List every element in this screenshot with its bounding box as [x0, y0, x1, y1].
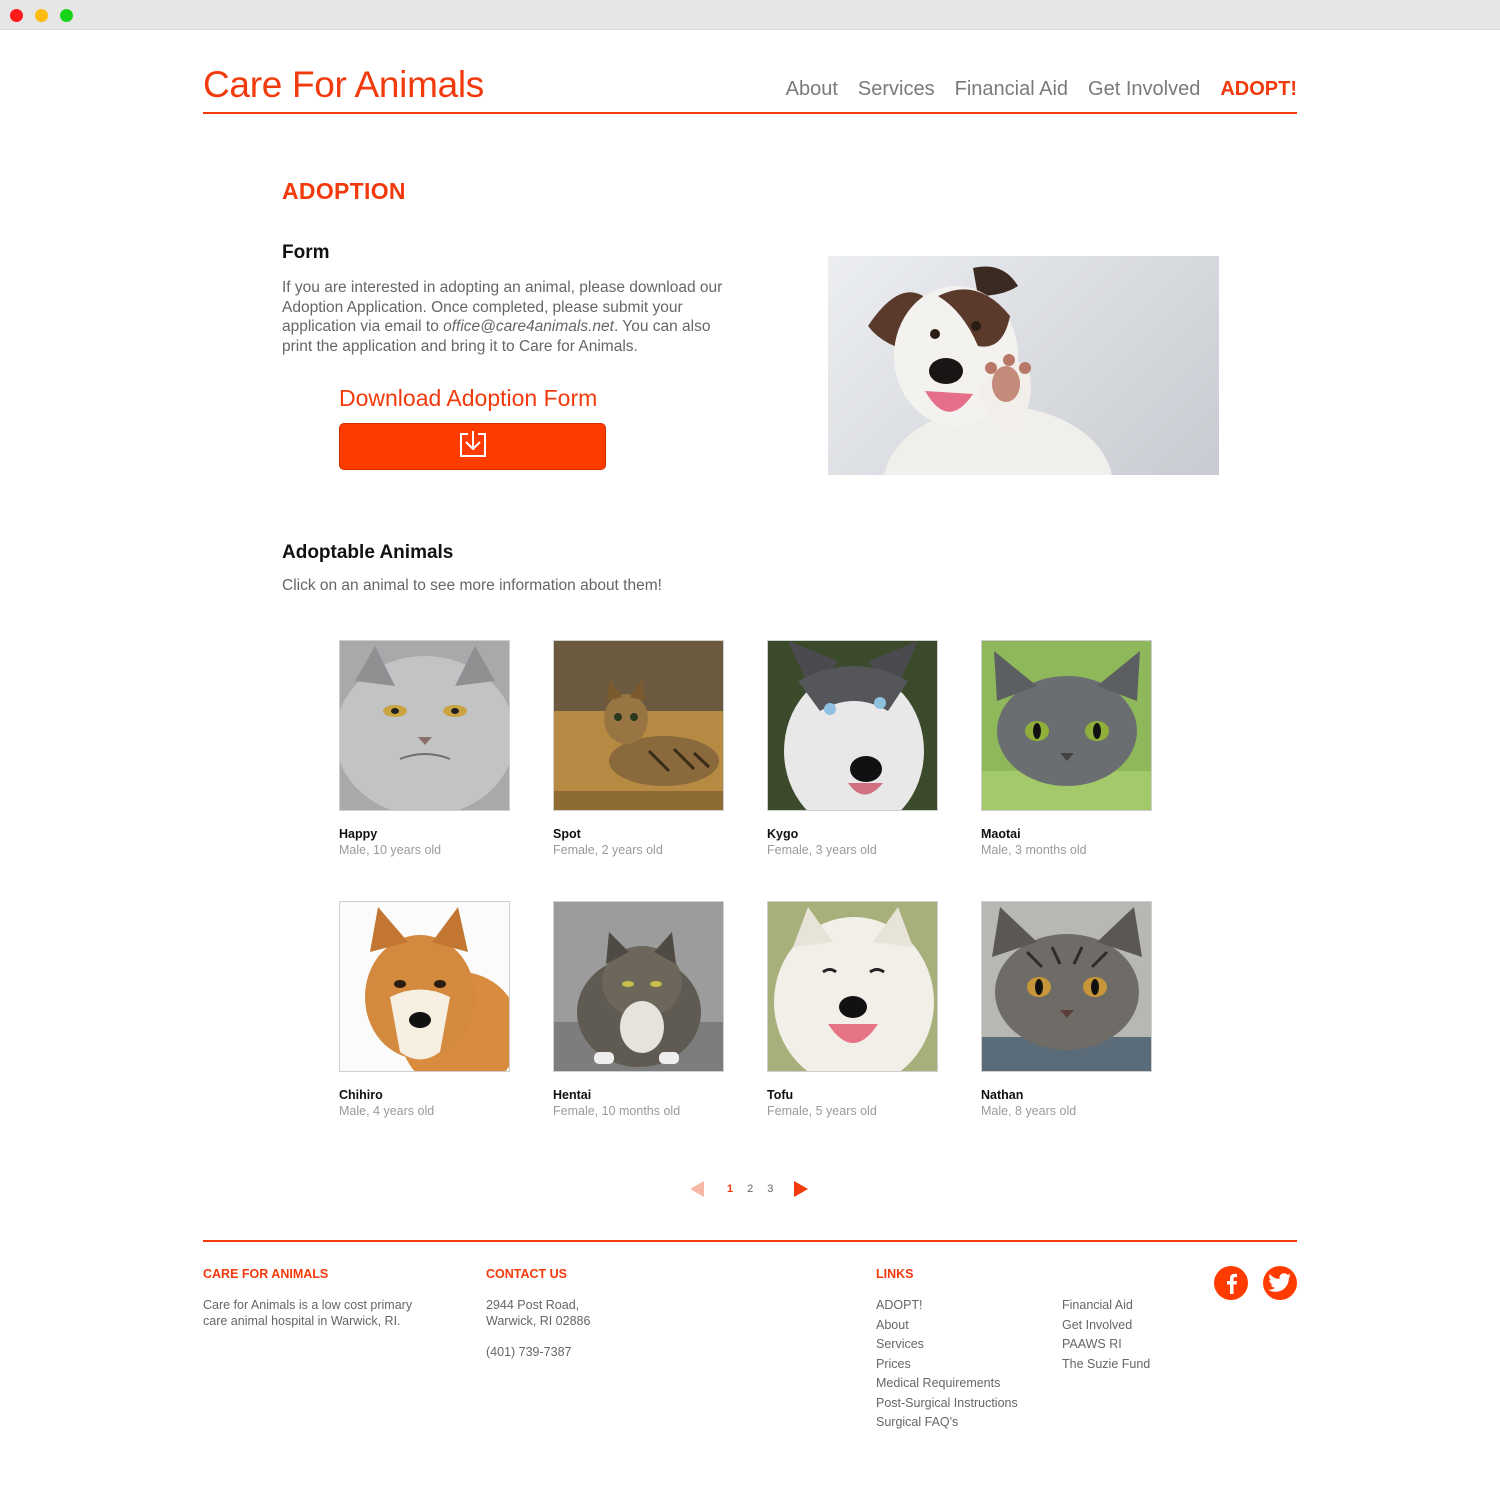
animal-card-happy[interactable]: Happy Male, 10 years old — [339, 640, 510, 857]
footer-link-services[interactable]: Services — [876, 1335, 1018, 1355]
footer-links-column-2: Financial Aid Get Involved PAAWS RI The … — [1062, 1296, 1150, 1374]
animal-description: Female, 5 years old — [767, 1104, 877, 1118]
footer-link-paaws-ri[interactable]: PAAWS RI — [1062, 1335, 1150, 1355]
footer-about-heading: CARE FOR ANIMALS — [203, 1267, 329, 1281]
animal-photo[interactable] — [767, 640, 938, 811]
animal-name[interactable]: Happy — [339, 827, 510, 841]
footer-divider — [203, 1240, 1297, 1242]
facebook-icon[interactable] — [1214, 1266, 1248, 1300]
animal-description: Male, 10 years old — [339, 843, 442, 857]
download-form-button[interactable] — [339, 423, 606, 470]
page-3-link[interactable]: 3 — [767, 1183, 773, 1195]
animal-description: Female, 10 months old — [553, 1104, 681, 1118]
animal-card-spot[interactable]: Spot Female, 2 years old — [553, 640, 724, 857]
nav-services[interactable]: Services — [858, 76, 935, 102]
nav-get-involved[interactable]: Get Involved — [1088, 76, 1200, 102]
nav-financial-aid[interactable]: Financial Aid — [955, 76, 1068, 102]
animal-photo[interactable] — [767, 901, 938, 1072]
footer-link-prices[interactable]: Prices — [876, 1355, 1018, 1375]
page-2-link[interactable]: 2 — [747, 1183, 753, 1195]
footer-link-financial-aid[interactable]: Financial Aid — [1062, 1296, 1150, 1316]
page-1-link[interactable]: 1 — [727, 1183, 733, 1195]
animal-name[interactable]: Spot — [553, 827, 724, 841]
animal-name[interactable]: Nathan — [981, 1088, 1152, 1102]
animal-name[interactable]: Hentai — [553, 1088, 724, 1102]
animal-name[interactable]: Kygo — [767, 827, 938, 841]
maximize-window-button[interactable] — [60, 9, 73, 22]
footer-phone[interactable]: (401) 739-7387 — [486, 1344, 571, 1360]
form-description: If you are interested in adopting an ani… — [282, 278, 742, 356]
page-title: ADOPTION — [282, 178, 406, 204]
animal-card-tofu[interactable]: Tofu Female, 5 years old — [767, 901, 938, 1118]
animal-name[interactable]: Chihiro — [339, 1088, 510, 1102]
next-page-arrow-icon[interactable] — [794, 1181, 809, 1197]
browser-titlebar — [0, 0, 1500, 30]
animal-name[interactable]: Tofu — [767, 1088, 938, 1102]
previous-page-arrow-icon[interactable] — [690, 1181, 704, 1197]
animal-photo[interactable] — [981, 640, 1152, 811]
animal-photo[interactable] — [553, 640, 724, 811]
animal-photo[interactable] — [339, 901, 510, 1072]
animal-description: Male, 4 years old — [339, 1104, 435, 1118]
footer-link-post-surgical[interactable]: Post-Surgical Instructions — [876, 1394, 1018, 1414]
animal-name[interactable]: Maotai — [981, 827, 1152, 841]
minimize-window-button[interactable] — [35, 9, 48, 22]
footer-link-get-involved[interactable]: Get Involved — [1062, 1316, 1150, 1336]
close-window-button[interactable] — [10, 9, 23, 22]
animal-card-chihiro[interactable]: Chihiro Male, 4 years old — [339, 901, 510, 1118]
animal-card-maotai[interactable]: Maotai Male, 3 months old — [981, 640, 1152, 857]
footer-link-suzie-fund[interactable]: The Suzie Fund — [1062, 1355, 1150, 1375]
adoptable-animals-subtitle: Click on an animal to see more informati… — [282, 577, 662, 594]
footer-link-surgical-faqs[interactable]: Surgical FAQ's — [876, 1413, 1018, 1433]
site-logo[interactable]: Care For Animals — [203, 64, 484, 106]
animal-description: Female, 2 years old — [553, 843, 663, 857]
footer-contact-heading: CONTACT US — [486, 1267, 568, 1281]
main-nav: About Services Financial Aid Get Involve… — [766, 76, 1297, 102]
header-divider — [203, 112, 1297, 114]
adoptable-animals-heading: Adoptable Animals — [282, 542, 454, 563]
footer-about-text: Care for Animals is a low cost primary c… — [203, 1298, 413, 1328]
animal-description: Female, 3 years old — [767, 843, 877, 857]
download-form-label[interactable]: Download Adoption Form — [339, 385, 597, 412]
animal-description: Male, 3 months old — [981, 843, 1087, 857]
download-icon — [457, 429, 489, 464]
animal-card-kygo[interactable]: Kygo Female, 3 years old — [767, 640, 938, 857]
twitter-icon[interactable] — [1263, 1266, 1297, 1300]
animal-description: Male, 8 years old — [981, 1104, 1077, 1118]
footer-link-adopt[interactable]: ADOPT! — [876, 1296, 1018, 1316]
footer-links-heading: LINKS — [876, 1267, 914, 1281]
animal-card-hentai[interactable]: Hentai Female, 10 months old — [553, 901, 724, 1118]
footer-links-column-1: ADOPT! About Services Prices Medical Req… — [876, 1296, 1018, 1433]
animal-photo[interactable] — [981, 901, 1152, 1072]
footer-link-medical-requirements[interactable]: Medical Requirements — [876, 1374, 1018, 1394]
nav-adopt[interactable]: ADOPT! — [1220, 76, 1297, 102]
animal-card-nathan[interactable]: Nathan Male, 8 years old — [981, 901, 1152, 1118]
form-heading: Form — [282, 242, 330, 263]
email-link[interactable]: office@care4animals.net — [443, 318, 614, 335]
footer-address-line-2: Warwick, RI 02886 — [486, 1314, 591, 1328]
animal-photo[interactable] — [553, 901, 724, 1072]
nav-about[interactable]: About — [786, 76, 838, 102]
dog-waving-photo — [828, 256, 1219, 475]
animal-photo[interactable] — [339, 640, 510, 811]
footer-address-line-1: 2944 Post Road, — [486, 1298, 580, 1312]
footer-link-about[interactable]: About — [876, 1316, 1018, 1336]
pagination: 1 2 3 — [690, 1180, 809, 1198]
